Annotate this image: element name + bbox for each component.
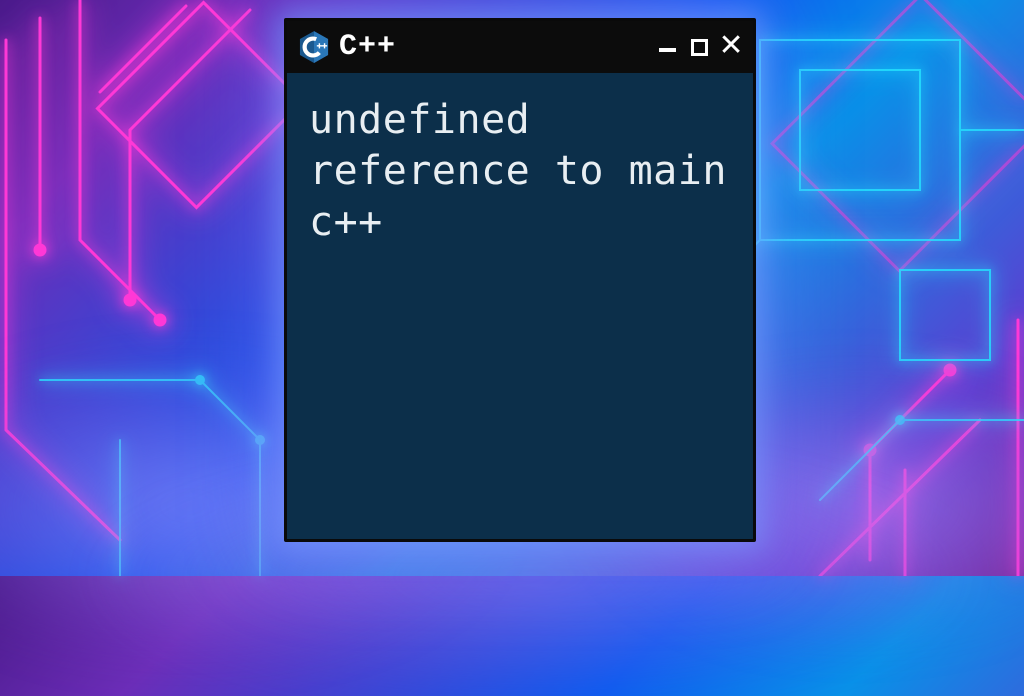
window-controls: ✕ <box>655 35 743 59</box>
close-icon: ✕ <box>718 35 743 57</box>
terminal-body[interactable]: undefined reference to main c++ <box>287 73 753 539</box>
minimize-button[interactable] <box>655 35 679 59</box>
window-title: C++ <box>339 30 645 64</box>
minimize-icon <box>659 48 676 52</box>
maximize-button[interactable] <box>687 35 711 59</box>
close-button[interactable]: ✕ <box>719 35 743 59</box>
window-titlebar[interactable]: C++ ✕ <box>287 21 753 73</box>
terminal-text: undefined reference to main c++ <box>309 95 731 249</box>
cpp-logo-icon <box>299 30 329 64</box>
terminal-window: C++ ✕ undefined reference to main c++ <box>284 18 756 542</box>
maximize-icon <box>691 39 708 56</box>
